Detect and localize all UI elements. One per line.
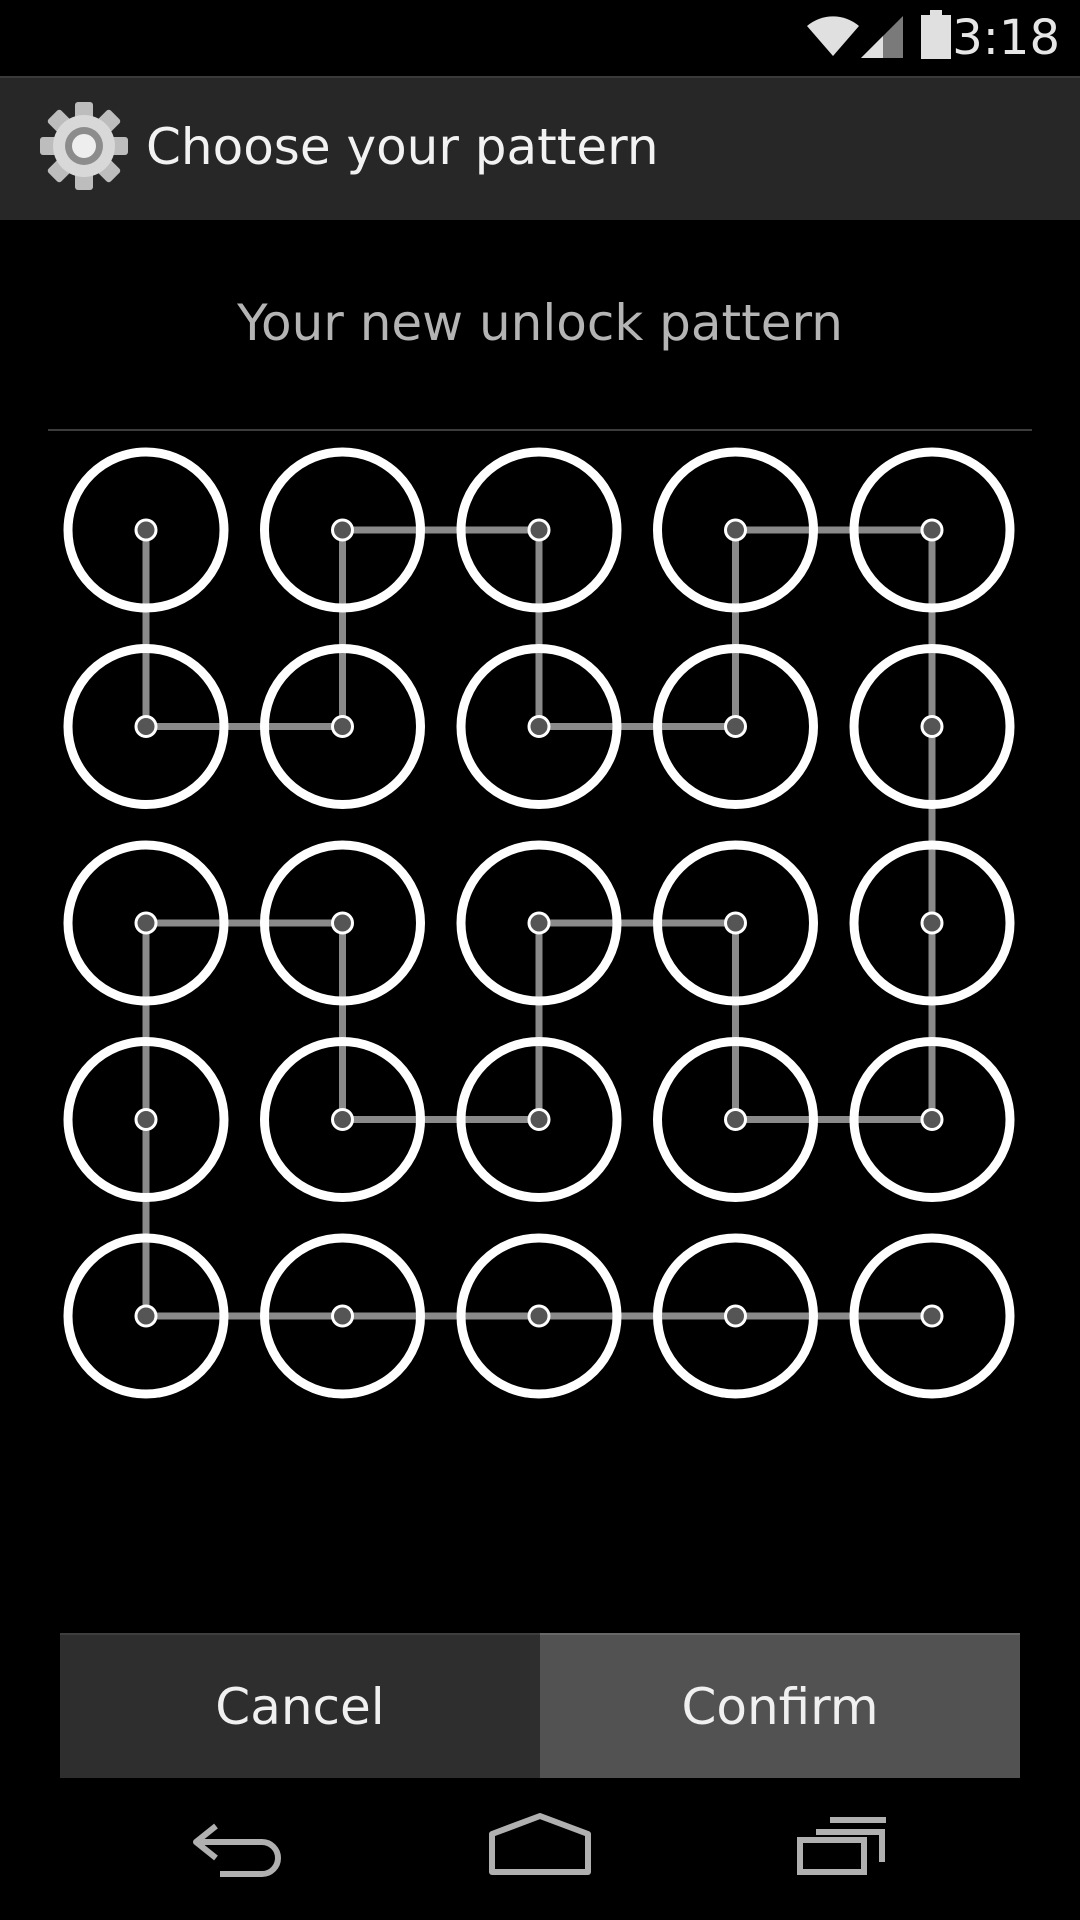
home-icon[interactable] [488,1812,592,1878]
pattern-grid[interactable] [0,0,1080,1920]
cancel-button[interactable]: Cancel [60,1633,540,1778]
recent-apps-icon[interactable] [796,1812,890,1878]
button-bar: Cancel Confirm [60,1633,1020,1778]
back-icon[interactable] [190,1812,290,1878]
navigation-bar [0,1780,1080,1920]
confirm-button[interactable]: Confirm [540,1633,1020,1778]
